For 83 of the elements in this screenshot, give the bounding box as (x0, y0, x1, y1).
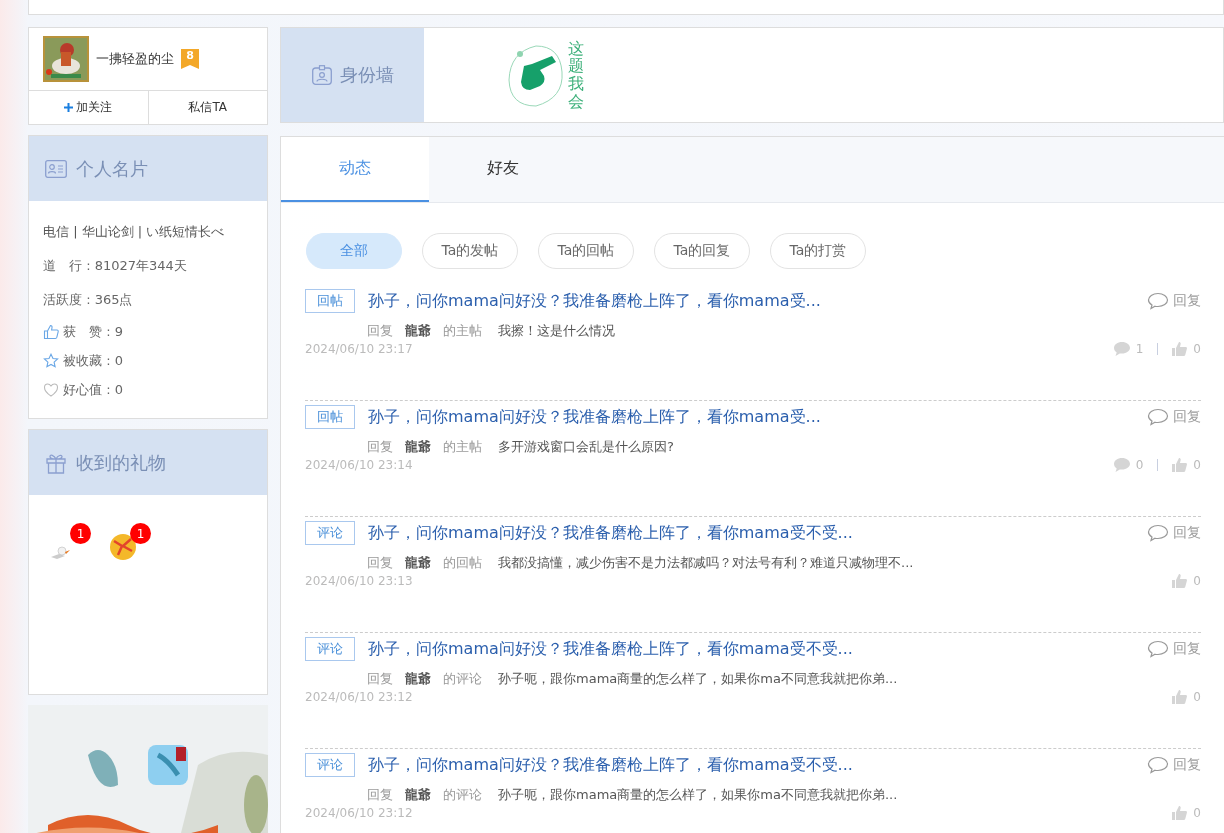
thumbs-up-icon (43, 323, 59, 340)
filter-button[interactable]: Ta的回复 (654, 233, 750, 269)
like-count: 0 (1193, 690, 1201, 704)
user-link[interactable]: 龍爺 (405, 670, 431, 688)
reply-content: 我擦！这是什么情况 (498, 322, 615, 340)
like-count: 0 (1193, 806, 1201, 820)
thumbs-up-icon (1172, 806, 1188, 820)
like-count: 0 (1193, 458, 1201, 472)
count-badge: 1 (70, 523, 91, 544)
rabbit-figure-icon (49, 543, 73, 561)
profile-info-text: 活跃度 : 365点 (43, 291, 133, 309)
heart-icon (43, 381, 59, 398)
comment-count: 1 (1135, 342, 1144, 356)
action-label: 回复 (367, 786, 393, 804)
filter-button[interactable]: Ta的打赏 (770, 233, 866, 269)
speech-bubble-icon (1147, 756, 1169, 774)
post-title-link[interactable]: 孙子，问你mama问好没？我准备磨枪上阵了，看你mama受... (368, 406, 821, 428)
thumbs-up-icon (1172, 574, 1188, 588)
post-date: 2024/06/10 23:12 (305, 690, 413, 704)
thumbs-up-icon (1172, 458, 1188, 472)
target-label: 的主帖 (443, 438, 482, 456)
filter-button[interactable]: Ta的发帖 (422, 233, 518, 269)
level-badge: 8 (181, 49, 199, 69)
post-title-link[interactable]: 孙子，问你mama问好没？我准备磨枪上阵了，看你mama受不受... (368, 638, 853, 660)
action-label: 回复 (367, 438, 393, 456)
reply-content: 我都没搞懂，减少伤害不是力法都减吗？对法号有利？难道只减物理不... (498, 554, 914, 572)
post-type-tag: 评论 (305, 753, 355, 777)
like-count: 0 (1193, 574, 1201, 588)
action-label: 回复 (367, 322, 393, 340)
target-label: 的评论 (443, 786, 482, 804)
post-title-link[interactable]: 孙子，问你mama问好没？我准备磨枪上阵了，看你mama受不受... (368, 522, 853, 544)
user-link[interactable]: 龍爺 (405, 786, 431, 804)
action-label: 回复 (367, 554, 393, 572)
filter-button[interactable]: Ta的回帖 (538, 233, 634, 269)
speech-bubble-icon (1147, 524, 1169, 542)
target-label: 的评论 (443, 670, 482, 688)
post-title-link[interactable]: 孙子，问你mama问好没？我准备磨枪上阵了，看你mama受... (368, 290, 821, 312)
ball-icon (109, 533, 137, 561)
badge-text: 这题我会 (568, 39, 584, 111)
badge-icon (311, 65, 332, 85)
post-type-tag: 回帖 (305, 289, 355, 313)
tab[interactable]: 动态 (281, 137, 429, 202)
post-type-tag: 评论 (305, 637, 355, 661)
reply-content: 孙子呃，跟你mama商量的怎么样了，如果你ma不同意我就把你弟... (498, 786, 898, 804)
user-name[interactable]: 一拂轻盈的尘 (96, 50, 174, 68)
profile-info-text: 被收藏 : 0 (63, 351, 123, 370)
post-date: 2024/06/10 23:13 (305, 574, 413, 588)
action-label: 回复 (367, 670, 393, 688)
reply-content: 孙子呃，跟你mama商量的怎么样了，如果你ma不同意我就把你弟... (498, 670, 898, 688)
card-title: 身份墙 (339, 63, 394, 87)
reply-content: 多开游戏窗口会乱是什么原因? (498, 438, 674, 456)
card-title: 收到的礼物 (76, 450, 166, 475)
id-card-icon (45, 159, 67, 178)
thumbs-up-icon (1172, 690, 1188, 704)
user-link[interactable]: 龍爺 (405, 322, 431, 340)
profile-info-text: 获 赞 : 9 (63, 322, 123, 341)
speech-bubble-icon (1147, 292, 1169, 310)
speech-bubble-icon (1147, 640, 1169, 658)
gift-icon (45, 451, 67, 474)
plus-icon (64, 103, 74, 112)
post-date: 2024/06/10 23:14 (305, 458, 413, 472)
speech-bubble-icon (1147, 408, 1169, 426)
comment-icon (1113, 342, 1130, 356)
post-type-tag: 回帖 (305, 405, 355, 429)
target-label: 的主帖 (443, 322, 482, 340)
profile-info-text: 电信 | 华山论剑 | い纸短情长べ (43, 223, 225, 241)
target-label: 的回帖 (443, 554, 482, 572)
tab[interactable]: 好友 (429, 137, 577, 202)
profile-info-text: 道 行 : 81027年344天 (43, 257, 187, 275)
thumbs-up-icon (1172, 342, 1188, 356)
like-count: 0 (1193, 342, 1201, 356)
card-title: 个人名片 (76, 156, 148, 181)
post-title-link[interactable]: 孙子，问你mama问好没？我准备磨枪上阵了，看你mama受不受... (368, 754, 853, 776)
count-badge: 1 (130, 523, 151, 544)
user-link[interactable]: 龍爺 (405, 554, 431, 572)
user-link[interactable]: 龍爺 (405, 438, 431, 456)
profile-info-text: 好心值 : 0 (63, 380, 123, 399)
comment-count: 0 (1135, 458, 1144, 472)
comment-icon (1113, 458, 1130, 472)
star-icon (43, 352, 59, 369)
post-type-tag: 评论 (305, 521, 355, 545)
post-date: 2024/06/10 23:17 (305, 342, 413, 356)
post-date: 2024/06/10 23:12 (305, 806, 413, 820)
